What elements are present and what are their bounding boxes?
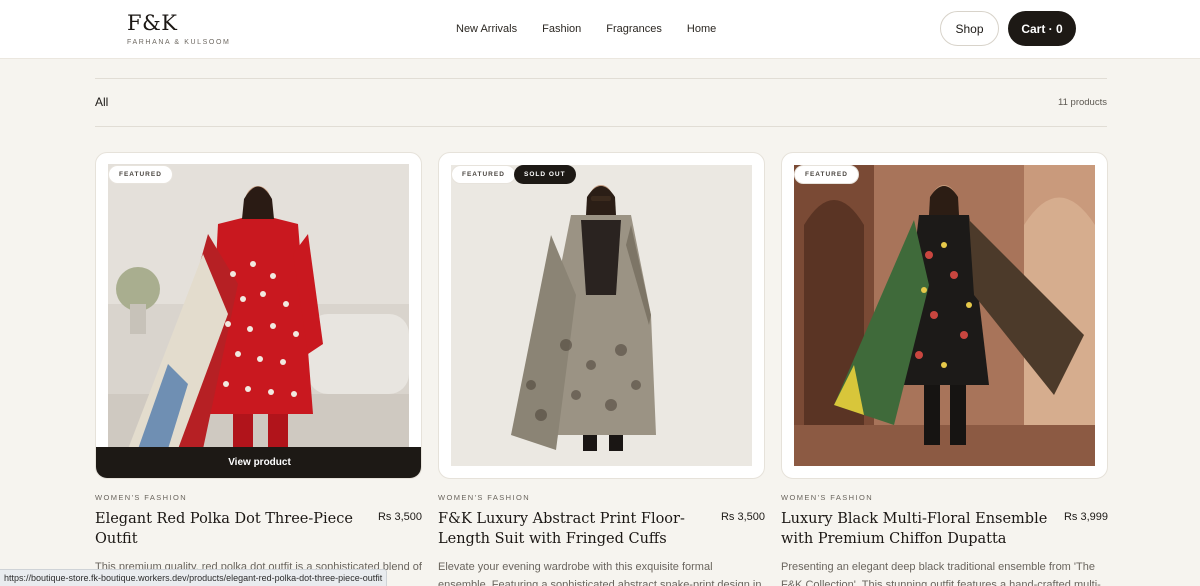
product-card[interactable]: FEATURED WOMEN'S FASHION Luxury Black Mu…	[781, 152, 1108, 586]
view-product-button[interactable]: View product	[96, 447, 421, 478]
nav-new-arrivals[interactable]: New Arrivals	[456, 22, 517, 37]
browser-status-url: https://boutique-store.fk-boutique.worke…	[0, 569, 388, 586]
product-image[interactable]	[794, 165, 1095, 466]
product-card[interactable]: FEATURED View product WOMEN'S FASHION El…	[95, 152, 422, 586]
product-card[interactable]: FEATURED SOLD OUT WOMEN'S FASHION F&K Lu…	[438, 152, 765, 586]
featured-badge: FEATURED	[451, 165, 516, 184]
product-description: Elevate your evening wardrobe with this …	[438, 561, 762, 586]
product-category: WOMEN'S FASHION	[438, 493, 531, 502]
featured-badge: FEATURED	[108, 165, 173, 184]
product-image-frame[interactable]: FEATURED View product	[95, 152, 422, 479]
logo-tagline: FARHANA & KULSOOM	[127, 39, 231, 46]
product-category: WOMEN'S FASHION	[95, 493, 188, 502]
product-title-row: Luxury Black Multi-Floral Ensemble with …	[781, 509, 1108, 549]
cart-button[interactable]: Cart · 0	[1008, 11, 1076, 46]
product-title[interactable]: F&K Luxury Abstract Print Floor-Length S…	[438, 509, 706, 549]
product-image-frame[interactable]: FEATURED	[781, 152, 1108, 479]
logo-mark: F&K	[127, 11, 178, 35]
product-title[interactable]: Elegant Red Polka Dot Three-Piece Outfit	[95, 509, 363, 549]
shop-button[interactable]: Shop	[940, 11, 999, 46]
product-price: Rs 3,500	[720, 511, 765, 523]
product-photo-red-polka	[108, 164, 409, 449]
product-title-row: F&K Luxury Abstract Print Floor-Length S…	[438, 509, 765, 549]
product-title-row: Elegant Red Polka Dot Three-Piece Outfit…	[95, 509, 422, 549]
filter-all[interactable]: All	[95, 95, 108, 109]
main-nav: New Arrivals Fashion Fragrances Home	[456, 22, 716, 37]
nav-home[interactable]: Home	[687, 22, 716, 37]
product-price: Rs 3,500	[377, 511, 422, 523]
nav-fragrances[interactable]: Fragrances	[606, 22, 662, 37]
product-count: 11 products	[1058, 97, 1107, 108]
product-image[interactable]	[108, 164, 409, 449]
product-description: Presenting an elegant deep black traditi…	[781, 561, 1101, 586]
product-title[interactable]: Luxury Black Multi-Floral Ensemble with …	[781, 509, 1049, 549]
site-header: F&K FARHANA & KULSOOM New Arrivals Fashi…	[0, 0, 1200, 59]
product-price: Rs 3,999	[1063, 511, 1108, 523]
product-image[interactable]	[451, 165, 752, 466]
featured-badge: FEATURED	[794, 165, 859, 184]
product-image-frame[interactable]: FEATURED SOLD OUT	[438, 152, 765, 479]
nav-fashion[interactable]: Fashion	[542, 22, 581, 37]
product-category: WOMEN'S FASHION	[781, 493, 874, 502]
product-photo-black-floral	[794, 165, 1095, 466]
divider	[95, 126, 1107, 127]
sold-out-badge: SOLD OUT	[514, 165, 576, 184]
product-photo-abstract-print	[451, 165, 752, 466]
divider	[95, 78, 1107, 79]
brand-logo[interactable]: F&K FARHANA & KULSOOM	[127, 11, 230, 46]
